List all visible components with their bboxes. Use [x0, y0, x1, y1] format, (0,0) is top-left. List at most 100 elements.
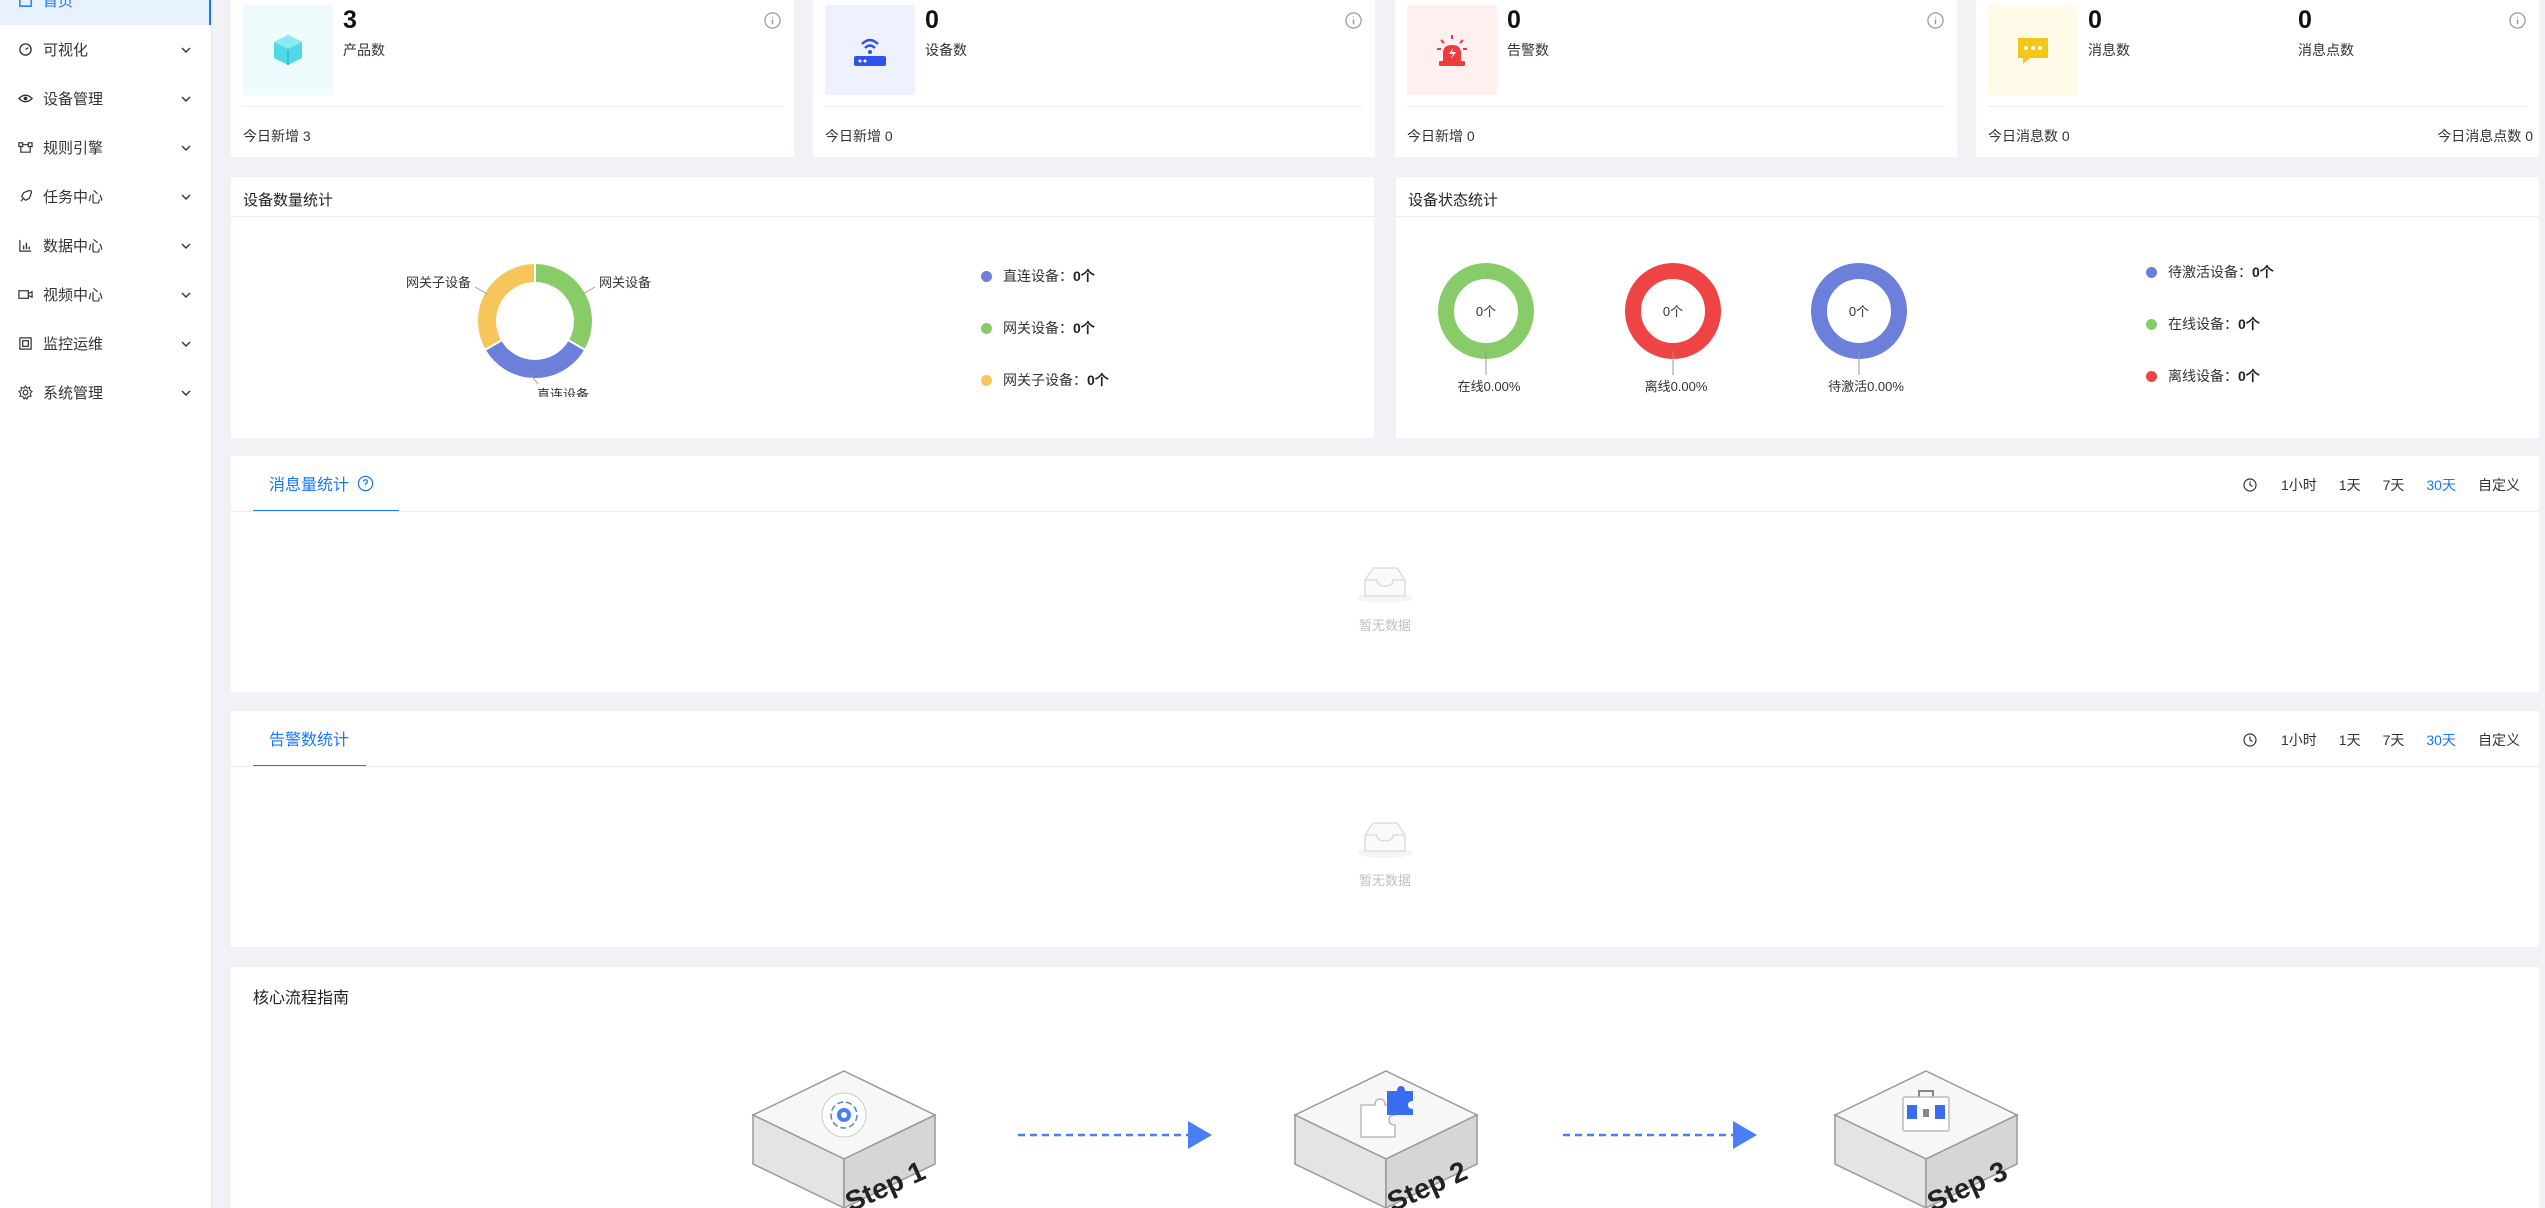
bar-chart-icon: [18, 238, 33, 253]
divider: [1396, 216, 2539, 217]
question-circle-icon[interactable]: [357, 475, 374, 492]
range-30-days[interactable]: 30天: [2426, 475, 2456, 495]
chevron-down-icon: [179, 190, 193, 204]
legend-label: 在线设备：: [2168, 316, 2238, 332]
sidebar-item-label: 可视化: [43, 42, 89, 59]
product-stat-card: 3 产品数 今日新增 3: [231, 0, 794, 157]
monitor-icon: [18, 336, 33, 351]
legend-label: 网关设备：: [1003, 320, 1073, 336]
donut-label-gateway: 网关设备: [599, 275, 651, 290]
range-custom[interactable]: 自定义: [2478, 730, 2520, 750]
empty-text: 暂无数据: [1358, 873, 1411, 888]
message-bubble-icon: [1988, 5, 2078, 95]
legend-direct-device: 直连设备： 0个: [981, 266, 1095, 286]
message-points-today-count: 今日消息点数 0: [2437, 128, 2533, 144]
chevron-down-icon: [179, 337, 193, 351]
sidebar-item-label: 任务中心: [43, 189, 104, 206]
tab-message-stats[interactable]: 消息量统计: [269, 471, 374, 495]
step-2-cube[interactable]: Step 2: [1291, 1067, 1481, 1208]
product-cube-icon: [243, 5, 333, 95]
sidebar-item-device-management[interactable]: 设备管理: [0, 74, 211, 123]
ring-online: 0个 在线0.00%: [1438, 263, 1534, 394]
sidebar-item-home[interactable]: 首页: [0, 0, 211, 25]
toolbox-icon: [1902, 1090, 1950, 1132]
guide-title: 核心流程指南: [253, 990, 350, 1007]
donut-slice-gateway-sub[interactable]: [476, 261, 536, 352]
divider: [231, 216, 1374, 217]
device-count-label: 设备数: [925, 42, 967, 58]
device-count-card: 设备数量统计 网关设备 直连设备 网关子设备 直连设备： 0个 网关设备： 0个 网…: [231, 177, 1374, 438]
divider: [231, 766, 2539, 767]
sidebar-item-data-center[interactable]: 数据中心: [0, 221, 211, 270]
info-icon[interactable]: [2508, 11, 2527, 30]
legend-online-device: 在线设备： 0个: [2146, 314, 2260, 334]
legend-value: 0个: [1087, 372, 1109, 388]
range-1-day[interactable]: 1天: [2339, 730, 2361, 750]
arrow-right-icon: [1563, 1121, 1757, 1149]
range-1-hour[interactable]: 1小时: [2221, 475, 2317, 495]
router-icon: [825, 5, 915, 95]
legend-value: 0个: [1073, 320, 1095, 336]
sidebar-item-visualization[interactable]: 可视化: [0, 25, 211, 74]
sidebar-item-monitoring-ops[interactable]: 监控运维: [0, 319, 211, 368]
divider: [825, 106, 1363, 107]
legend-dot: [2146, 370, 2157, 382]
sidebar-item-video-center[interactable]: 视频中心: [0, 270, 211, 319]
sidebar-item-rule-engine[interactable]: 规则引擎: [0, 123, 211, 172]
legend-label: 网关子设备：: [1003, 372, 1087, 388]
range-1-hour[interactable]: 1小时: [2221, 730, 2317, 750]
chevron-down-icon: [179, 43, 193, 57]
step-1-cube[interactable]: Step 1: [749, 1067, 939, 1208]
range-1-day[interactable]: 1天: [2339, 475, 2361, 495]
sidebar-item-system-management[interactable]: 系统管理: [0, 368, 211, 417]
ring-inactive: 0个 待激活0.00%: [1811, 263, 1907, 394]
core-process-guide-card: 核心流程指南 Step 1 Step 2 Step 3: [231, 967, 2539, 1208]
legend-value: 0个: [2238, 316, 2260, 332]
range-7-days[interactable]: 7天: [2383, 475, 2405, 495]
ring-caption: 在线0.00%: [1458, 379, 1521, 394]
donut-slice-gateway[interactable]: [534, 261, 594, 352]
legend-label: 离线设备：: [2168, 368, 2238, 384]
eye-icon: [18, 91, 33, 106]
info-icon[interactable]: [763, 11, 782, 30]
device-status-rings: 0个 在线0.00% 0个 离线0.00% 0个 待激活0.00%: [1438, 263, 1907, 394]
device-status-card: 设备状态统计 0个 在线0.00% 0个 离线0.00% 0个 待激活0.00%…: [1396, 177, 2539, 438]
device-count: 0: [925, 6, 939, 34]
legend-gateway-device: 网关设备： 0个: [981, 318, 1095, 338]
device-type-donut-chart: 网关设备 直连设备 网关子设备: [406, 261, 651, 397]
device-today-new: 今日新增 0: [825, 128, 893, 144]
alarm-count: 0: [1507, 6, 1521, 34]
donut-slice-direct[interactable]: [483, 338, 587, 380]
product-count: 3: [343, 6, 357, 34]
empty-text: 暂无数据: [1358, 618, 1411, 633]
info-icon[interactable]: [1344, 11, 1363, 30]
legend-value: 0个: [1073, 268, 1095, 284]
range-30-days[interactable]: 30天: [2426, 730, 2456, 750]
tab-label: 消息量统计: [269, 477, 350, 494]
range-7-days[interactable]: 7天: [2383, 730, 2405, 750]
sidebar-item-label: 监控运维: [43, 336, 104, 353]
range-custom[interactable]: 自定义: [2478, 475, 2520, 495]
divider: [243, 106, 782, 107]
legend-value: 0个: [2252, 264, 2274, 280]
step-3-cube[interactable]: Step 3: [1831, 1067, 2021, 1208]
divider: [1988, 106, 2527, 107]
message-stats-card: 消息量统计 1小时 1天 7天 30天 自定义 暂无数据: [231, 456, 2539, 692]
ring-caption: 离线0.00%: [1645, 379, 1708, 394]
tab-alarm-stats[interactable]: 告警数统计: [269, 726, 349, 750]
message-points-count: 0: [2298, 6, 2312, 34]
message-stat-card: 0 消息数 0 消息点数 今日消息数 0 今日消息点数 0: [1976, 0, 2539, 157]
sidebar-item-task-center[interactable]: 任务中心: [0, 172, 211, 221]
sidebar-item-label: 视频中心: [43, 287, 104, 304]
chevron-down-icon: [179, 288, 193, 302]
device-stat-card: 0 设备数 今日新增 0: [813, 0, 1375, 157]
arrow-right-icon: [1018, 1121, 1212, 1149]
chevron-down-icon: [179, 92, 193, 106]
info-icon[interactable]: [1926, 11, 1945, 30]
clock-icon: [2243, 478, 2257, 492]
card-title: 设备状态统计: [1408, 192, 1499, 209]
sidebar-item-label: 设备管理: [43, 91, 104, 108]
alarm-today-new: 今日新增 0: [1407, 128, 1475, 144]
donut-label-gateway-sub: 网关子设备: [406, 275, 471, 290]
ring-offline: 0个 离线0.00%: [1625, 263, 1721, 394]
